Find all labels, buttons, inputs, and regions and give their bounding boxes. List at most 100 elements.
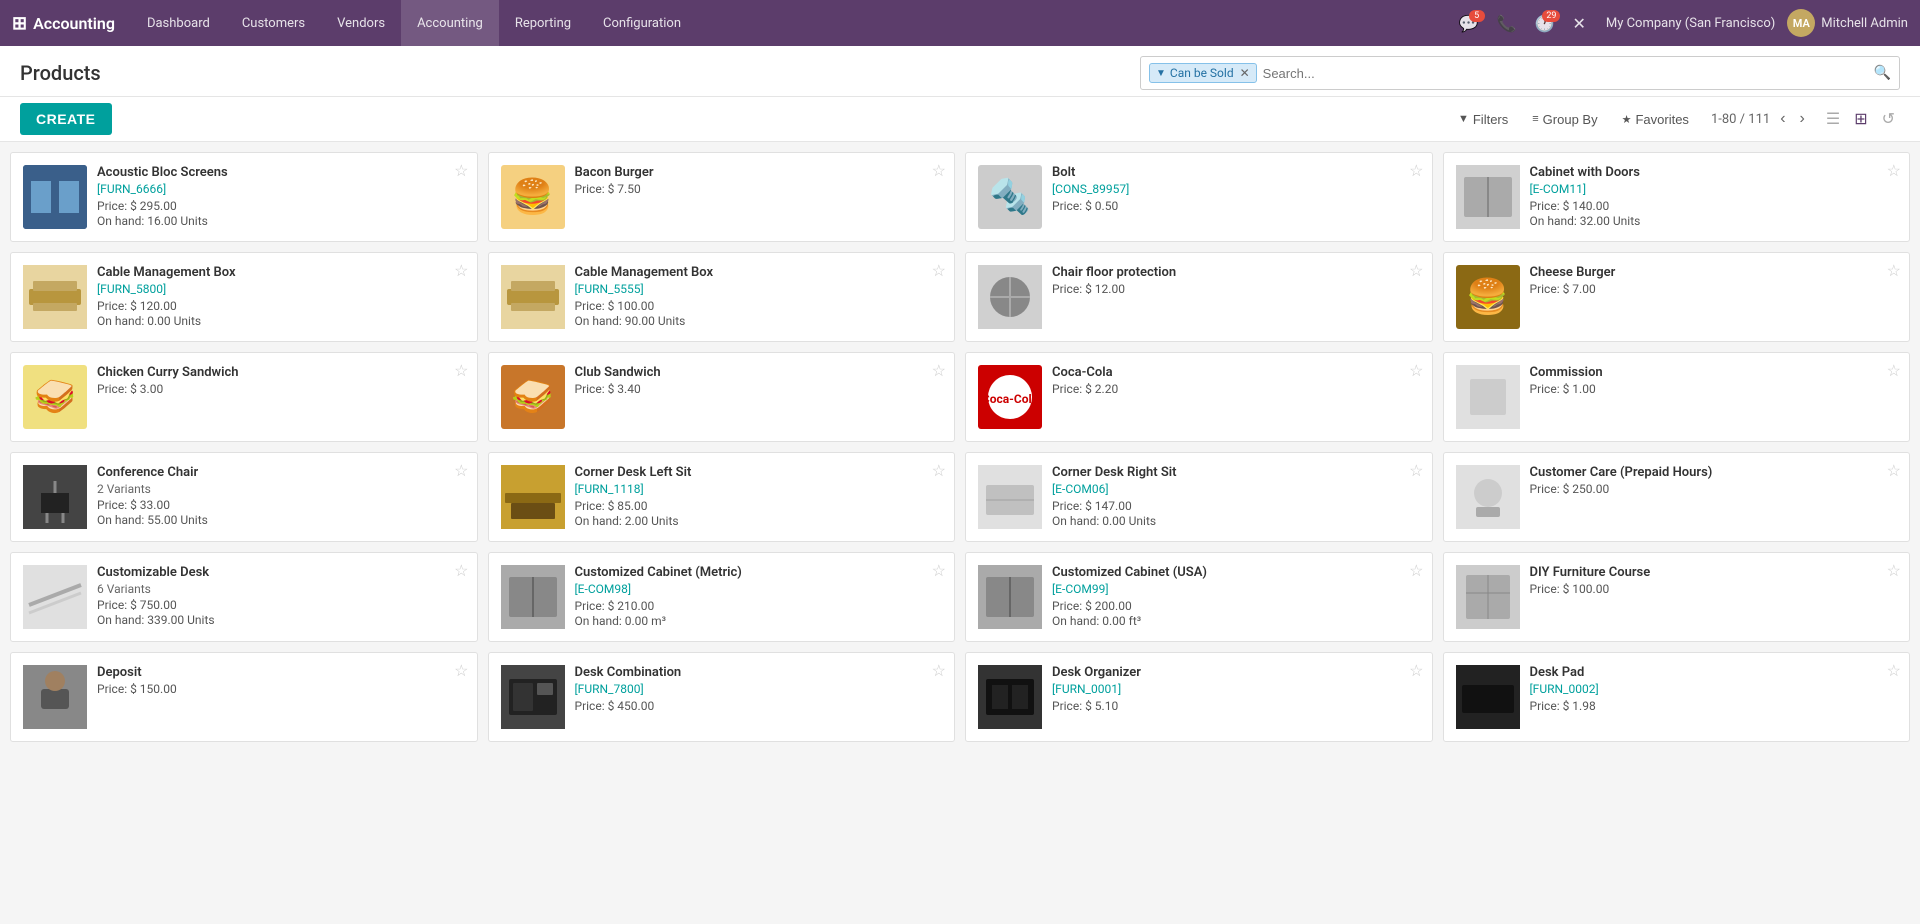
product-card[interactable]: Customized Cabinet (USA) [E-COM99] Price… xyxy=(965,552,1433,642)
product-card[interactable]: Conference Chair 2 Variants Price: $ 33.… xyxy=(10,452,478,542)
product-info: Desk Organizer [FURN_0001] Price: $ 5.10 xyxy=(1052,665,1420,714)
product-price: Price: $ 140.00 xyxy=(1530,199,1898,213)
star-button[interactable]: ☆ xyxy=(1887,261,1901,281)
product-card[interactable]: Chair floor protection Price: $ 12.00 ☆ xyxy=(965,252,1433,342)
filter-tag[interactable]: ▼ Can be Sold ✕ xyxy=(1149,63,1257,83)
phone-icon-btn[interactable]: 📞 xyxy=(1491,10,1523,37)
product-card[interactable]: 🥪 Club Sandwich Price: $ 3.40 ☆ xyxy=(488,352,956,442)
product-info: Commission Price: $ 1.00 xyxy=(1530,365,1898,397)
star-button[interactable]: ☆ xyxy=(1409,661,1423,681)
product-onhand: On hand: 2.00 Units xyxy=(575,514,943,528)
product-image xyxy=(23,565,87,629)
product-price: Price: $ 7.00 xyxy=(1530,282,1898,296)
product-image xyxy=(501,465,565,529)
star-button[interactable]: ☆ xyxy=(1409,261,1423,281)
create-button[interactable]: CREATE xyxy=(20,103,112,135)
star-button[interactable]: ☆ xyxy=(1887,361,1901,381)
nav-accounting[interactable]: Accounting xyxy=(401,0,499,46)
user-menu[interactable]: MA Mitchell Admin xyxy=(1787,9,1908,37)
product-image xyxy=(23,265,87,329)
search-icon[interactable]: 🔍 xyxy=(1874,65,1891,81)
star-button[interactable]: ☆ xyxy=(932,261,946,281)
star-button[interactable]: ☆ xyxy=(454,361,468,381)
list-view-button[interactable]: ☰ xyxy=(1821,107,1845,131)
clock-icon-btn[interactable]: 🕐 29 xyxy=(1529,10,1561,37)
refresh-button[interactable]: ↺ xyxy=(1877,107,1900,131)
product-card[interactable]: 🍔 Cheese Burger Price: $ 7.00 ☆ xyxy=(1443,252,1911,342)
product-card[interactable]: Corner Desk Right Sit [E-COM06] Price: $… xyxy=(965,452,1433,542)
product-card[interactable]: 🔩 Bolt [CONS_89957] Price: $ 0.50 ☆ xyxy=(965,152,1433,242)
favorites-button[interactable]: ★ Favorites xyxy=(1612,107,1699,132)
star-button[interactable]: ☆ xyxy=(1887,461,1901,481)
filter-remove-icon[interactable]: ✕ xyxy=(1240,66,1250,80)
product-card[interactable]: Desk Pad [FURN_0002] Price: $ 1.98 ☆ xyxy=(1443,652,1911,742)
favorites-label: Favorites xyxy=(1635,112,1688,127)
product-card[interactable]: Corner Desk Left Sit [FURN_1118] Price: … xyxy=(488,452,956,542)
product-image: 🥪 xyxy=(23,365,87,429)
close-icon-btn[interactable]: ✕ xyxy=(1566,10,1591,37)
product-card[interactable]: Acoustic Bloc Screens [FURN_6666] Price:… xyxy=(10,152,478,242)
star-button[interactable]: ☆ xyxy=(1409,161,1423,181)
star-button[interactable]: ☆ xyxy=(1887,161,1901,181)
product-ref: [FURN_7800] xyxy=(575,682,943,696)
product-card[interactable]: Commission Price: $ 1.00 ☆ xyxy=(1443,352,1911,442)
product-ref: [FURN_1118] xyxy=(575,482,943,496)
product-card[interactable]: Cable Management Box [FURN_5800] Price: … xyxy=(10,252,478,342)
star-button[interactable]: ☆ xyxy=(932,161,946,181)
product-card[interactable]: Customer Care (Prepaid Hours) Price: $ 2… xyxy=(1443,452,1911,542)
next-page-button[interactable]: › xyxy=(1796,108,1809,130)
product-ref: [FURN_6666] xyxy=(97,182,465,196)
product-card[interactable]: Desk Organizer [FURN_0001] Price: $ 5.10… xyxy=(965,652,1433,742)
star-button[interactable]: ☆ xyxy=(1409,461,1423,481)
product-card[interactable]: Cable Management Box [FURN_5555] Price: … xyxy=(488,252,956,342)
product-name: Cheese Burger xyxy=(1530,265,1898,280)
star-button[interactable]: ☆ xyxy=(932,461,946,481)
star-button[interactable]: ☆ xyxy=(1887,561,1901,581)
star-button[interactable]: ☆ xyxy=(454,261,468,281)
nav-vendors[interactable]: Vendors xyxy=(321,0,401,46)
search-input[interactable] xyxy=(1263,66,1868,81)
product-onhand: On hand: 16.00 Units xyxy=(97,214,465,228)
product-image: 🔩 xyxy=(978,165,1042,229)
product-name: Customer Care (Prepaid Hours) xyxy=(1530,465,1898,480)
nav-customers[interactable]: Customers xyxy=(226,0,321,46)
product-name: Bolt xyxy=(1052,165,1420,180)
product-card[interactable]: Customizable Desk 6 Variants Price: $ 75… xyxy=(10,552,478,642)
nav-reporting[interactable]: Reporting xyxy=(499,0,587,46)
grid-view-button[interactable]: ⊞ xyxy=(1849,107,1872,131)
star-button[interactable]: ☆ xyxy=(454,561,468,581)
star-button[interactable]: ☆ xyxy=(454,661,468,681)
star-button[interactable]: ☆ xyxy=(1887,661,1901,681)
chat-badge: 5 xyxy=(1469,10,1485,22)
groupby-button[interactable]: ≡ Group By xyxy=(1522,107,1607,132)
product-card[interactable]: Customized Cabinet (Metric) [E-COM98] Pr… xyxy=(488,552,956,642)
star-button[interactable]: ☆ xyxy=(1409,361,1423,381)
product-card[interactable]: 🥪 Chicken Curry Sandwich Price: $ 3.00 ☆ xyxy=(10,352,478,442)
product-info: Conference Chair 2 Variants Price: $ 33.… xyxy=(97,465,465,527)
star-button[interactable]: ☆ xyxy=(454,161,468,181)
product-card[interactable]: Cabinet with Doors [E-COM11] Price: $ 14… xyxy=(1443,152,1911,242)
product-card[interactable]: DIY Furniture Course Price: $ 100.00 ☆ xyxy=(1443,552,1911,642)
star-button[interactable]: ☆ xyxy=(454,461,468,481)
topnav-right: 💬 5 📞 🕐 29 ✕ My Company (San Francisco) … xyxy=(1453,9,1908,37)
nav-configuration[interactable]: Configuration xyxy=(587,0,697,46)
star-button[interactable]: ☆ xyxy=(932,561,946,581)
prev-page-button[interactable]: ‹ xyxy=(1776,108,1789,130)
chat-icon-btn[interactable]: 💬 5 xyxy=(1453,10,1485,37)
product-card[interactable]: Coca-Cola Coca-Cola Price: $ 2.20 ☆ xyxy=(965,352,1433,442)
star-button[interactable]: ☆ xyxy=(932,361,946,381)
product-image xyxy=(501,565,565,629)
nav-dashboard[interactable]: Dashboard xyxy=(131,0,226,46)
product-card[interactable]: Deposit Price: $ 150.00 ☆ xyxy=(10,652,478,742)
product-name: Customized Cabinet (Metric) xyxy=(575,565,943,580)
product-name: Customizable Desk xyxy=(97,565,465,580)
product-name: Desk Combination xyxy=(575,665,943,680)
pagination-text: 1-80 / 111 xyxy=(1711,112,1770,127)
product-info: Coca-Cola Price: $ 2.20 xyxy=(1052,365,1420,397)
star-button[interactable]: ☆ xyxy=(1409,561,1423,581)
app-logo[interactable]: ⊞ Accounting xyxy=(12,13,115,34)
star-button[interactable]: ☆ xyxy=(932,661,946,681)
product-card[interactable]: 🍔 Bacon Burger Price: $ 7.50 ☆ xyxy=(488,152,956,242)
filters-button[interactable]: ▼ Filters xyxy=(1448,107,1518,132)
product-card[interactable]: Desk Combination [FURN_7800] Price: $ 45… xyxy=(488,652,956,742)
